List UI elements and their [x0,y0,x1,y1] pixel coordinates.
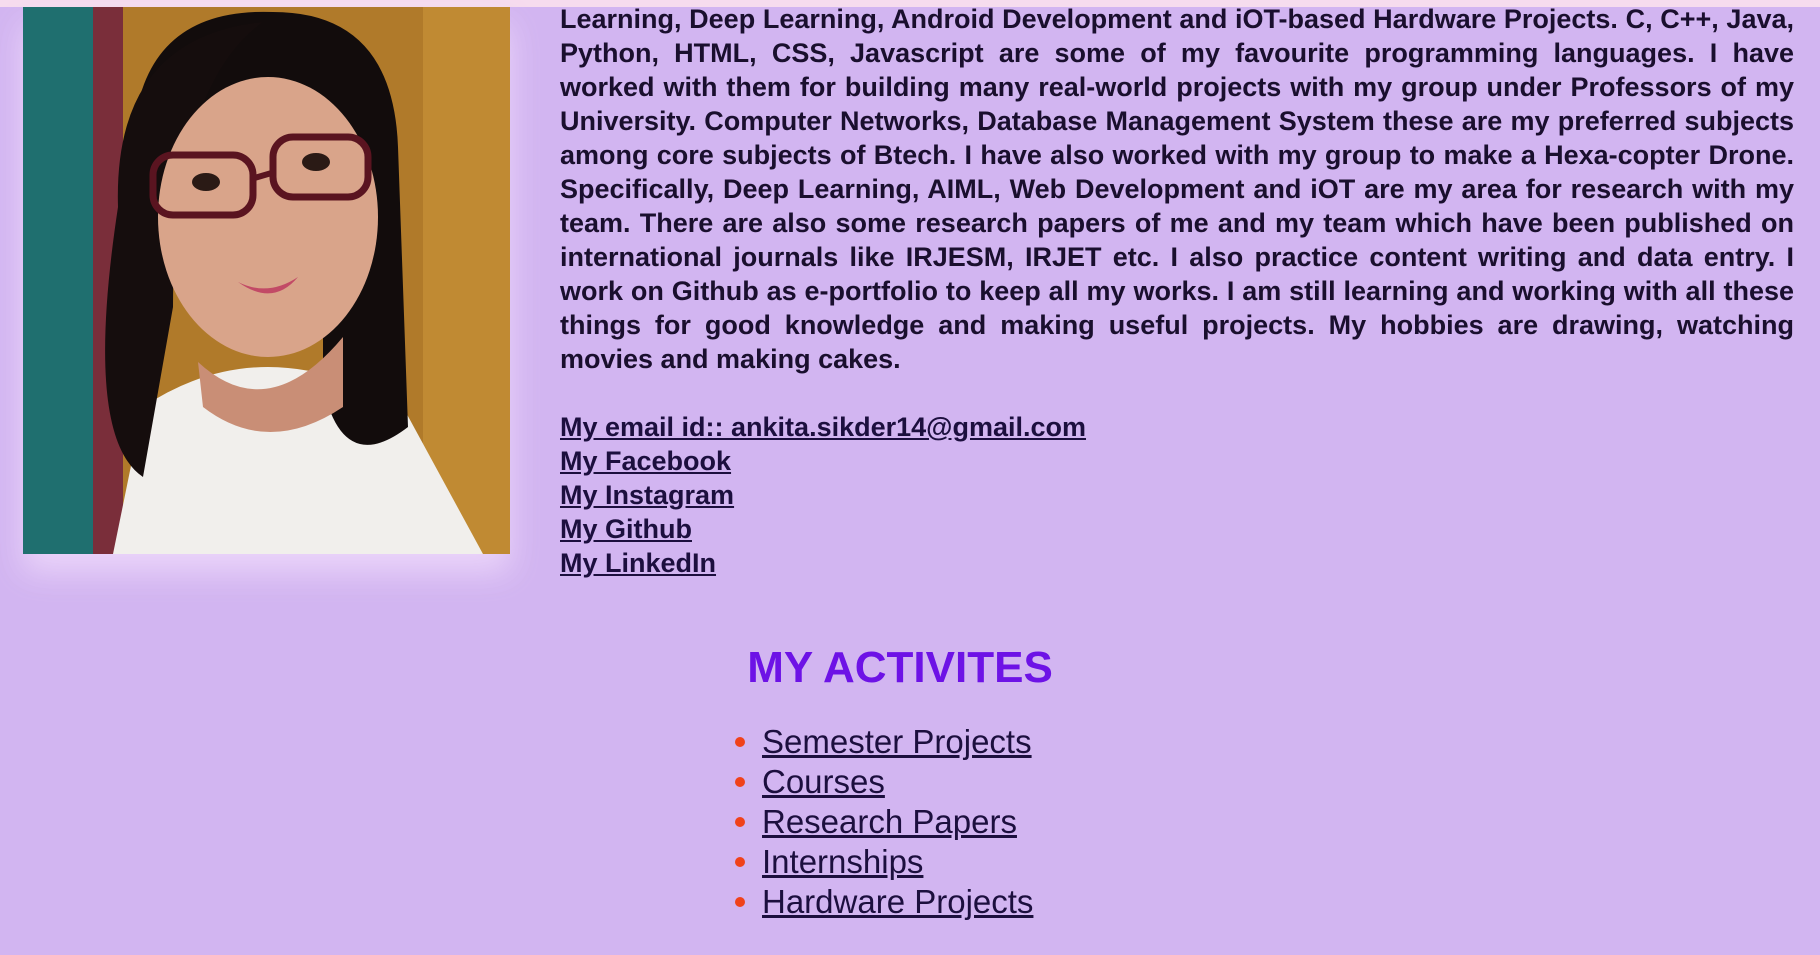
activity-link-semester-projects[interactable]: Semester Projects [762,723,1032,760]
activities-heading: MY ACTIVITES [747,643,1053,692]
about-paragraph: Learning, Deep Learning, Android Develop… [560,4,1794,374]
list-item: Research Papers [727,802,1033,842]
list-item: Internships [727,842,1033,882]
activity-link-research-papers[interactable]: Research Papers [762,803,1017,840]
email-link[interactable]: My email id:: ankita.sikder14@gmail.com [560,410,1086,444]
bullet-icon [735,857,745,867]
activity-link-hardware-projects[interactable]: Hardware Projects [762,883,1033,920]
instagram-link[interactable]: My Instagram [560,478,1086,512]
list-item: Semester Projects [727,722,1033,762]
activities-list: Semester Projects Courses Research Paper… [727,722,1033,922]
list-item: Hardware Projects [727,882,1033,922]
bullet-icon [735,777,745,787]
bullet-icon [735,817,745,827]
bullet-icon [735,737,745,747]
list-item: Courses [727,762,1033,802]
profile-photo [23,7,510,554]
bullet-icon [735,897,745,907]
contact-links: My email id:: ankita.sikder14@gmail.com … [560,410,1086,580]
activity-link-internships[interactable]: Internships [762,843,923,880]
activity-link-courses[interactable]: Courses [762,763,885,800]
facebook-link[interactable]: My Facebook [560,444,1086,478]
linkedin-link[interactable]: My LinkedIn [560,546,1086,580]
github-link[interactable]: My Github [560,512,1086,546]
